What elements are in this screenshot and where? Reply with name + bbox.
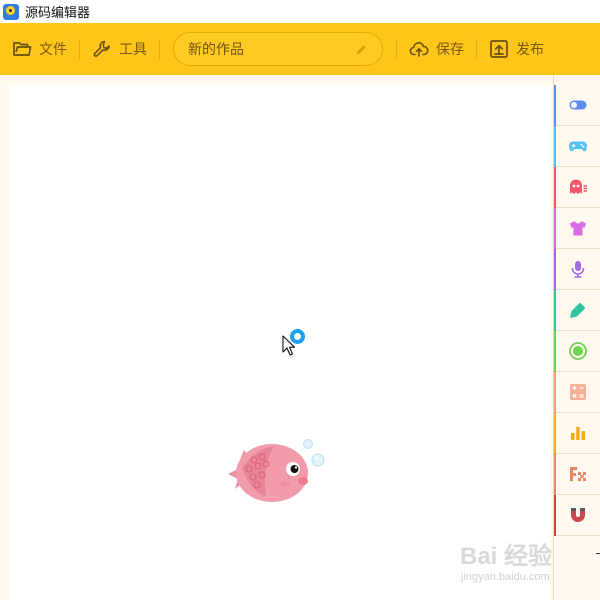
category-data[interactable] <box>554 413 600 454</box>
publish-button[interactable]: 发布 <box>477 23 556 75</box>
category-color-stripe <box>554 331 556 372</box>
tools-menu-button[interactable]: 工具 <box>80 23 159 75</box>
category-color-stripe <box>554 413 556 454</box>
calculator-icon <box>569 384 586 400</box>
window-title: 源码编辑器 <box>25 5 91 20</box>
stage-canvas[interactable] <box>10 85 550 600</box>
category-events[interactable] <box>554 85 600 126</box>
category-color-stripe <box>554 126 556 167</box>
title-bar: 源码编辑器 <box>0 0 600 23</box>
category-color-stripe <box>554 208 556 249</box>
ghost-icon <box>569 179 587 194</box>
category-color-stripe <box>554 167 556 208</box>
file-menu-label: 文件 <box>39 41 67 57</box>
save-label: 保存 <box>436 41 464 57</box>
project-title-input[interactable] <box>188 41 338 57</box>
pen-icon <box>569 302 585 318</box>
toolbar: 文件 工具 保存 发布 <box>0 23 600 75</box>
category-color-stripe <box>554 85 556 126</box>
app-logo-icon <box>3 3 19 20</box>
category-actions[interactable] <box>554 167 600 208</box>
category-physics[interactable] <box>554 495 600 536</box>
toolbar-divider <box>159 39 160 59</box>
magnet-icon <box>570 508 585 522</box>
publish-label: 发布 <box>516 41 544 57</box>
cloud-upload-icon <box>409 42 429 57</box>
pixel-icon <box>569 467 586 481</box>
category-color-stripe <box>554 290 556 331</box>
file-menu-button[interactable]: 文件 <box>0 23 79 75</box>
tshirt-icon <box>569 221 586 236</box>
bar-chart-icon <box>570 427 585 440</box>
category-color-stripe <box>554 495 556 536</box>
toggle-icon <box>569 100 586 110</box>
record-icon <box>568 342 587 360</box>
watermark-logo: Bai 经验 <box>460 543 553 570</box>
gamepad-icon <box>568 141 587 152</box>
category-control[interactable] <box>554 126 600 167</box>
block-category-sidebar <box>553 75 600 600</box>
category-looks[interactable] <box>554 208 600 249</box>
category-pen[interactable] <box>554 290 600 331</box>
fish-sprite[interactable] <box>226 436 331 511</box>
category-sound[interactable] <box>554 249 600 290</box>
microphone-icon <box>571 261 584 278</box>
watermark: Bai 经验 jingyan.baidu.com <box>452 532 572 590</box>
category-functions[interactable] <box>554 454 600 495</box>
category-color-stripe <box>554 249 556 290</box>
category-sensing[interactable] <box>554 331 600 372</box>
category-operators[interactable] <box>554 372 600 413</box>
category-color-stripe <box>554 454 556 495</box>
divider <box>596 553 600 554</box>
project-title-field[interactable] <box>173 32 383 66</box>
category-color-stripe <box>554 372 556 413</box>
tools-menu-label: 工具 <box>119 41 147 57</box>
wrench-icon <box>93 40 110 57</box>
folder-icon <box>13 42 32 56</box>
loading-ring-icon <box>290 329 305 344</box>
pencil-icon[interactable] <box>355 43 368 56</box>
save-button[interactable]: 保存 <box>397 23 476 75</box>
watermark-url: jingyan.baidu.com <box>461 571 550 583</box>
upload-box-icon <box>490 40 508 58</box>
